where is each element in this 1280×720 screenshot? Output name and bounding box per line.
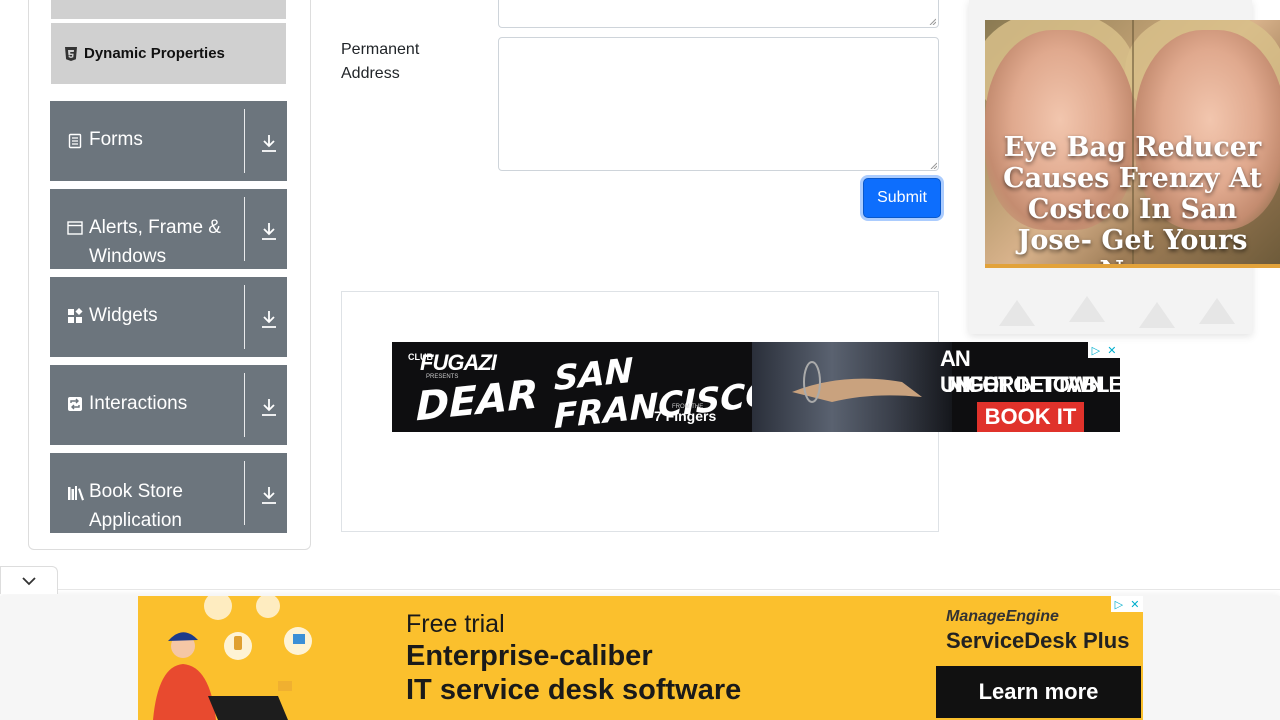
chevron-down-icon — [22, 576, 36, 585]
books-icon — [67, 485, 84, 501]
ad-learn-more-button[interactable]: Learn more — [936, 666, 1141, 718]
close-icon[interactable]: ✕ — [1107, 344, 1116, 357]
sidebar-item-dynamic-properties[interactable]: Dynamic Properties — [51, 23, 286, 84]
ad-line-2: Enterprise-caliber — [406, 640, 653, 672]
ad-headline: Eye Bag Reducer Causes Frenzy At Costco … — [1003, 132, 1262, 264]
ad-photo — [752, 342, 952, 432]
collapse-ad-toggle[interactable] — [0, 566, 58, 594]
right-ad-banner[interactable]: Eye Bag Reducer Causes Frenzy At Costco … — [985, 20, 1280, 268]
sidebar-group-label: Widgets — [89, 305, 158, 326]
sidebar-group-book-store[interactable]: Book Store Application — [50, 453, 287, 533]
sidebar-group-forms[interactable]: Forms — [50, 101, 287, 181]
divider — [244, 461, 245, 525]
download-icon[interactable] — [260, 309, 278, 329]
download-icon[interactable] — [260, 485, 278, 505]
resize-grip-icon[interactable] — [929, 18, 936, 25]
divider — [0, 589, 1280, 590]
ad-brand-sub: PRESENTS — [426, 374, 459, 380]
bottom-ad-banner[interactable]: Free trial Enterprise-caliber IT service… — [138, 596, 1143, 720]
sidebar-item-previous[interactable] — [51, 0, 286, 19]
ad-illustration — [153, 596, 312, 720]
html5-icon — [65, 46, 77, 61]
divider — [244, 373, 245, 437]
ad-line-1: Free trial — [406, 610, 505, 638]
sidebar-group-label: Forms — [89, 129, 143, 150]
sidebar-group-label: Book Store Application — [89, 481, 183, 531]
download-icon[interactable] — [260, 221, 278, 241]
interactions-icon — [67, 396, 83, 412]
ad-line-3: IT service desk software — [406, 674, 742, 706]
resize-grip-icon[interactable] — [930, 162, 937, 169]
sidebar-group-label: Alerts, Frame & Windows — [89, 217, 221, 267]
ad-title-a: DEAR — [416, 371, 539, 431]
ad-brand: FUGAZI — [420, 350, 497, 375]
widgets-icon — [67, 307, 83, 324]
divider — [244, 109, 245, 173]
middle-ad-banner[interactable]: CLUB FUGAZI PRESENTS DEAR SAN FRANCISCO … — [392, 342, 1120, 432]
sidebar-group-interactions[interactable]: Interactions — [50, 365, 287, 445]
divider — [244, 197, 245, 261]
ad-book-it-button[interactable]: BOOK IT — [977, 402, 1084, 432]
close-icon[interactable]: ✕ — [1130, 598, 1139, 611]
sidebar-group-label: Interactions — [89, 393, 188, 414]
current-address-textarea[interactable] — [498, 0, 939, 28]
submit-button[interactable]: Submit — [863, 178, 941, 218]
download-icon[interactable] — [260, 397, 278, 417]
download-icon[interactable] — [260, 133, 278, 153]
sidebar-item-label: Dynamic Properties — [84, 45, 225, 62]
ad-choices-icon[interactable]: ▷ ✕ — [1088, 342, 1120, 358]
sidebar-group-alerts-frame-windows[interactable]: Alerts, Frame & Windows — [50, 189, 287, 269]
window-icon — [67, 220, 83, 236]
page: Dynamic Properties Forms Alerts, Frame &… — [0, 0, 1280, 720]
sidebar-group-widgets[interactable]: Widgets — [50, 277, 287, 357]
permanent-address-textarea[interactable] — [498, 37, 939, 171]
ad-brand-manageengine: ManageEngine — [946, 608, 1059, 625]
ad-choices-icon[interactable]: ▷ ✕ — [1111, 596, 1143, 612]
permanent-address-label: Permanent Address — [341, 41, 420, 82]
form-icon — [67, 133, 83, 149]
ad-seven-fingers: 7 Fingers — [654, 408, 717, 424]
ad-brand-servicedesk: ServiceDesk Plus — [946, 628, 1130, 653]
divider — [244, 285, 245, 349]
ad-tagline-2: NIGHT IN TOWN — [947, 372, 1104, 397]
